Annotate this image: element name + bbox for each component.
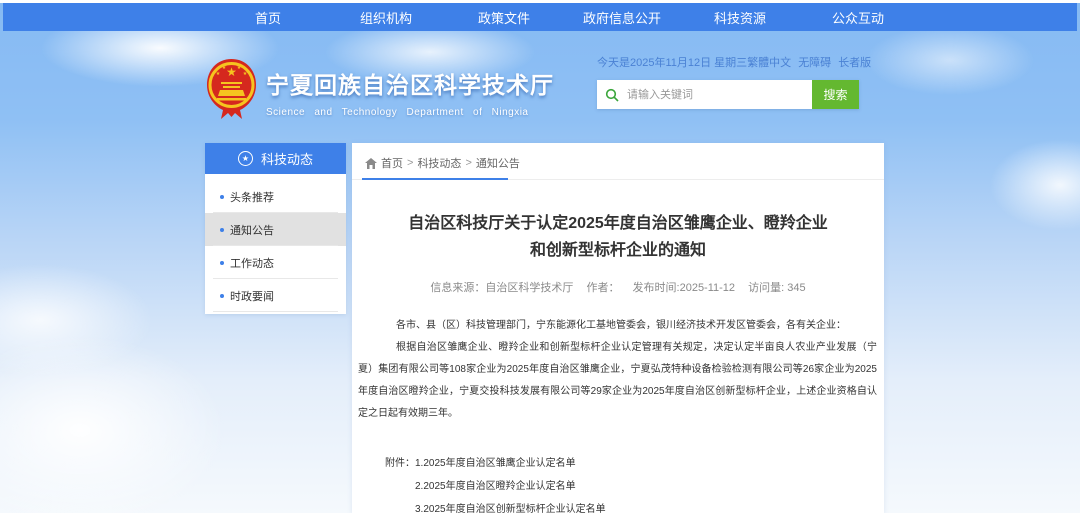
article-body: 各市、县（区）科技管理部门，宁东能源化工基地管委会，银川经济技术开发区管委会，各… <box>358 315 877 425</box>
breadcrumb: 首页 > 科技动态 > 通知公告 <box>352 152 884 180</box>
svg-text:★: ★ <box>237 65 242 71</box>
meta-publish-time: 发布时间:2025-11-12 <box>633 282 736 294</box>
nav-item-public-interaction[interactable]: 公众互动 <box>799 8 917 27</box>
top-nav-bar: 首页 组织机构 政策文件 政府信息公开 科技资源 公众互动 <box>3 3 1077 31</box>
svg-text:★: ★ <box>222 65 227 71</box>
sidebar-item-work-updates[interactable]: 工作动态 <box>205 246 346 279</box>
article-paragraph: 根据自治区雏鹰企业、瞪羚企业和创新型标杆企业认定管理有关规定，决定认定半亩良人农… <box>358 337 877 425</box>
breadcrumb-notices[interactable]: 通知公告 <box>476 155 520 171</box>
attachment-link-gazelle-list[interactable]: 2.2025年度自治区瞪羚企业认定名单 <box>415 475 606 498</box>
bullet-dot-icon <box>220 228 224 232</box>
meta-author: 作者： <box>586 282 619 294</box>
national-emblem-logo: ★ ★ ★ ★ ★ <box>204 57 259 125</box>
nav-item-organization[interactable]: 组织机构 <box>327 8 445 27</box>
site-subtitle-en: Science and Technology Department of Nin… <box>266 107 556 118</box>
svg-text:★: ★ <box>243 71 248 77</box>
breadcrumb-active-underline <box>362 178 508 180</box>
attachment-link-benchmark-list[interactable]: 3.2025年度自治区创新型标杆企业认定名单 <box>415 498 606 513</box>
search-icon <box>597 80 627 109</box>
svg-text:★: ★ <box>226 65 237 79</box>
bullet-dot-icon <box>220 261 224 265</box>
article-paragraph: 各市、县（区）科技管理部门，宁东能源化工基地管委会，银川经济技术开发区管委会，各… <box>358 315 877 337</box>
breadcrumb-home[interactable]: 首页 <box>381 155 403 171</box>
home-icon <box>365 158 377 169</box>
sidebar-item-notices[interactable]: 通知公告 <box>205 213 346 246</box>
circle-star-icon: ★ <box>238 151 253 166</box>
header-utility-area: 今天是2025年11月12日 星期三 繁體中文 无障碍 长者版 搜索 <box>597 54 859 109</box>
sidebar-item-current-politics[interactable]: 时政要闻 <box>205 279 346 312</box>
article-meta: 信息来源：自治区科学技术厅 作者： 发布时间:2025-11-12 访问量: 3… <box>352 279 884 295</box>
meta-visit-count: 访问量: 345 <box>748 282 805 294</box>
attachments-label: 附件： <box>385 452 415 513</box>
site-title: 宁夏回族自治区科学技术厅 <box>266 66 556 100</box>
main-content-panel: 首页 > 科技动态 > 通知公告 自治区科技厅关于认定2025年度自治区雏鹰企业… <box>352 143 884 513</box>
current-date-text: 今天是2025年11月12日 星期三 <box>597 54 747 70</box>
search-button[interactable]: 搜索 <box>812 80 859 109</box>
nav-item-gov-info-disclosure[interactable]: 政府信息公开 <box>563 8 681 27</box>
sidebar-sci-tech-news: ★ 科技动态 头条推荐 通知公告 工作动态 时政要闻 <box>205 143 346 314</box>
article-title: 自治区科技厅关于认定2025年度自治区雏鹰企业、瞪羚企业 和创新型标杆企业的通知 <box>352 210 884 264</box>
link-senior-version[interactable]: 长者版 <box>838 54 871 70</box>
nav-item-policy-documents[interactable]: 政策文件 <box>445 8 563 27</box>
breadcrumb-sci-tech-news[interactable]: 科技动态 <box>417 155 461 171</box>
meta-source: 信息来源：自治区科学技术厅 <box>430 282 573 294</box>
search-bar: 搜索 <box>597 80 859 109</box>
bullet-dot-icon <box>220 294 224 298</box>
nav-item-sci-tech-resources[interactable]: 科技资源 <box>681 8 799 27</box>
search-input[interactable] <box>627 80 812 109</box>
sidebar-title: 科技动态 <box>261 149 313 168</box>
attachments-block: 附件： 1.2025年度自治区雏鹰企业认定名单 2.2025年度自治区瞪羚企业认… <box>385 452 884 513</box>
attachment-link-eagle-list[interactable]: 1.2025年度自治区雏鹰企业认定名单 <box>415 452 606 475</box>
sidebar-header: ★ 科技动态 <box>205 143 346 174</box>
link-traditional-chinese[interactable]: 繁體中文 <box>747 54 791 70</box>
bullet-dot-icon <box>220 195 224 199</box>
svg-text:★: ★ <box>216 71 221 77</box>
link-accessibility[interactable]: 无障碍 <box>798 54 831 70</box>
site-masthead: 宁夏回族自治区科学技术厅 Science and Technology Depa… <box>266 66 556 118</box>
sidebar-item-headline-recommend[interactable]: 头条推荐 <box>205 180 346 213</box>
nav-item-home[interactable]: 首页 <box>209 8 327 27</box>
